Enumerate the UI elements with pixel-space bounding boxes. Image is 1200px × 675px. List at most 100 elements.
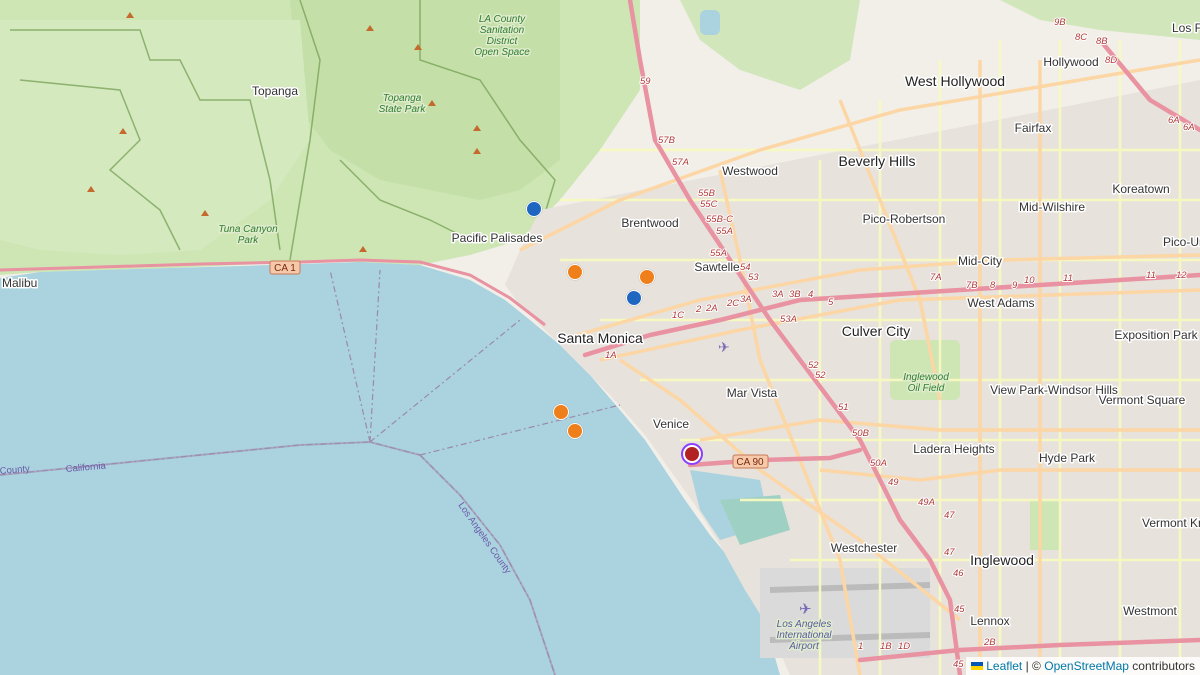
label-pico-robertson: Pico-Robertson xyxy=(863,212,946,226)
route-label: 9B xyxy=(1054,17,1066,28)
route-label: 2B xyxy=(983,637,996,648)
route-label: 50A xyxy=(870,458,887,469)
route-label: 3A xyxy=(772,289,784,300)
label-westwood: Westwood xyxy=(722,164,778,178)
label-mid-wilshire: Mid-Wilshire xyxy=(1019,200,1085,214)
label-hyde-park: Hyde Park xyxy=(1039,451,1096,465)
label-malibu: Malibu xyxy=(2,276,37,290)
route-label: 47 xyxy=(944,547,955,558)
label-exposition-park: Exposition Park xyxy=(1114,328,1198,342)
route-label: 2 xyxy=(695,304,702,315)
label-westmont: Westmont xyxy=(1123,604,1177,618)
marker-selected-dot xyxy=(685,447,699,461)
route-label: 1B xyxy=(880,641,892,652)
marker-selected-red[interactable] xyxy=(681,443,703,465)
label-west-adams: West Adams xyxy=(967,296,1034,310)
route-label: 8 xyxy=(990,280,996,291)
route-label: 2A xyxy=(705,303,718,314)
label-vermont-knolls: Vermont Kn xyxy=(1142,516,1200,530)
route-label: 49 xyxy=(888,477,899,488)
label-lennox: Lennox xyxy=(970,614,1009,628)
label-sawtelle: Sawtelle xyxy=(694,260,740,274)
route-label: 57A xyxy=(672,157,689,168)
marker-orange-1[interactable] xyxy=(567,264,583,280)
attribution-suffix: contributors xyxy=(1132,659,1195,673)
route-label: 5 xyxy=(828,297,834,308)
label-koreatown: Koreatown xyxy=(1112,182,1169,196)
label-inglewood: Inglewood xyxy=(970,552,1034,568)
svg-text:CA 90: CA 90 xyxy=(736,457,764,468)
route-label: 10 xyxy=(1024,275,1035,286)
route-label: 1A xyxy=(605,350,617,361)
route-label: 51 xyxy=(838,402,849,413)
route-label: 4 xyxy=(808,289,813,300)
route-label: 6A xyxy=(1168,115,1180,126)
route-label: 52 xyxy=(815,370,826,381)
label-westchester: Westchester xyxy=(831,541,897,555)
route-label: 46 xyxy=(953,568,964,579)
label-topanga: Topanga xyxy=(252,84,298,98)
label-hollywood: Hollywood xyxy=(1043,55,1098,69)
marker-orange-2[interactable] xyxy=(639,269,655,285)
label-santa-monica: Santa Monica xyxy=(557,330,643,346)
map-canvas[interactable]: West Hollywood Hollywood Los Fe Fairfax … xyxy=(0,0,1200,675)
openstreetmap-link[interactable]: OpenStreetMap xyxy=(1044,659,1129,673)
marker-blue-2[interactable] xyxy=(626,290,642,306)
route-label: 3B xyxy=(789,289,801,300)
route-label: 1D xyxy=(898,641,910,652)
route-label: 55C xyxy=(700,199,718,210)
route-label: 11 xyxy=(1146,270,1156,281)
label-ladera-heights: Ladera Heights xyxy=(913,442,994,456)
marker-blue-1[interactable] xyxy=(526,201,542,217)
route-label: 7B xyxy=(966,280,978,291)
route-label: 47 xyxy=(944,510,955,521)
route-label: 3A xyxy=(740,294,752,305)
airfield-icon: ✈ xyxy=(718,339,730,355)
route-label: 50B xyxy=(852,428,870,439)
label-fairfax: Fairfax xyxy=(1015,121,1052,135)
route-label: 45 xyxy=(954,604,965,615)
label-vermont-square: Vermont Square xyxy=(1099,393,1186,407)
route-label: 53 xyxy=(748,272,759,283)
label-beverly-hills: Beverly Hills xyxy=(838,153,915,169)
route-label: 8C xyxy=(1075,32,1087,43)
ukraine-flag-icon xyxy=(971,662,984,670)
airport-icon: ✈ xyxy=(799,601,812,618)
label-mar-vista: Mar Vista xyxy=(727,386,778,400)
route-label: 11 xyxy=(1063,273,1073,284)
route-label: 45 xyxy=(953,659,964,670)
route-label: 8D xyxy=(1105,55,1117,66)
label-topanga-state-park: Topanga State Park xyxy=(379,93,427,115)
route-label: 12 xyxy=(1176,270,1187,281)
svg-text:CA 1: CA 1 xyxy=(274,263,296,274)
shield-ca1: CA 1 xyxy=(269,260,301,275)
label-mid-city: Mid-City xyxy=(958,254,1002,268)
route-label: 9 xyxy=(1012,280,1018,291)
route-label: 55A xyxy=(716,226,733,237)
route-label: 57B xyxy=(658,135,676,146)
label-pico-union: Pico-Un xyxy=(1163,235,1200,249)
route-label: 6A xyxy=(1183,122,1195,133)
label-brentwood: Brentwood xyxy=(621,216,678,230)
label-los-feliz: Los Fe xyxy=(1172,21,1200,35)
label-west-hollywood: West Hollywood xyxy=(905,73,1005,89)
label-inglewood-oil-field: Inglewood Oil Field xyxy=(903,372,949,394)
attribution-separator: | © xyxy=(1025,659,1041,673)
marker-orange-4[interactable] xyxy=(567,423,583,439)
map-tiles: West Hollywood Hollywood Los Fe Fairfax … xyxy=(0,0,1200,675)
route-label: 59 xyxy=(640,76,651,87)
route-label: 55A xyxy=(710,248,727,259)
route-label: 53A xyxy=(780,314,797,325)
route-label: 55B-C xyxy=(706,214,733,225)
route-label: 1 xyxy=(858,641,863,652)
route-label: 1C xyxy=(672,310,684,321)
route-label: 7A xyxy=(930,272,942,283)
shield-ca90: CA 90 xyxy=(732,454,769,469)
leaflet-link[interactable]: Leaflet xyxy=(986,659,1022,673)
marker-orange-3[interactable] xyxy=(553,404,569,420)
label-venice: Venice xyxy=(653,417,689,431)
route-label: 55B xyxy=(698,188,716,199)
label-pacific-palisades: Pacific Palisades xyxy=(452,231,543,245)
route-label: 49A xyxy=(918,497,935,508)
attribution-bar: Leaflet | © OpenStreetMap contributors xyxy=(966,657,1200,675)
